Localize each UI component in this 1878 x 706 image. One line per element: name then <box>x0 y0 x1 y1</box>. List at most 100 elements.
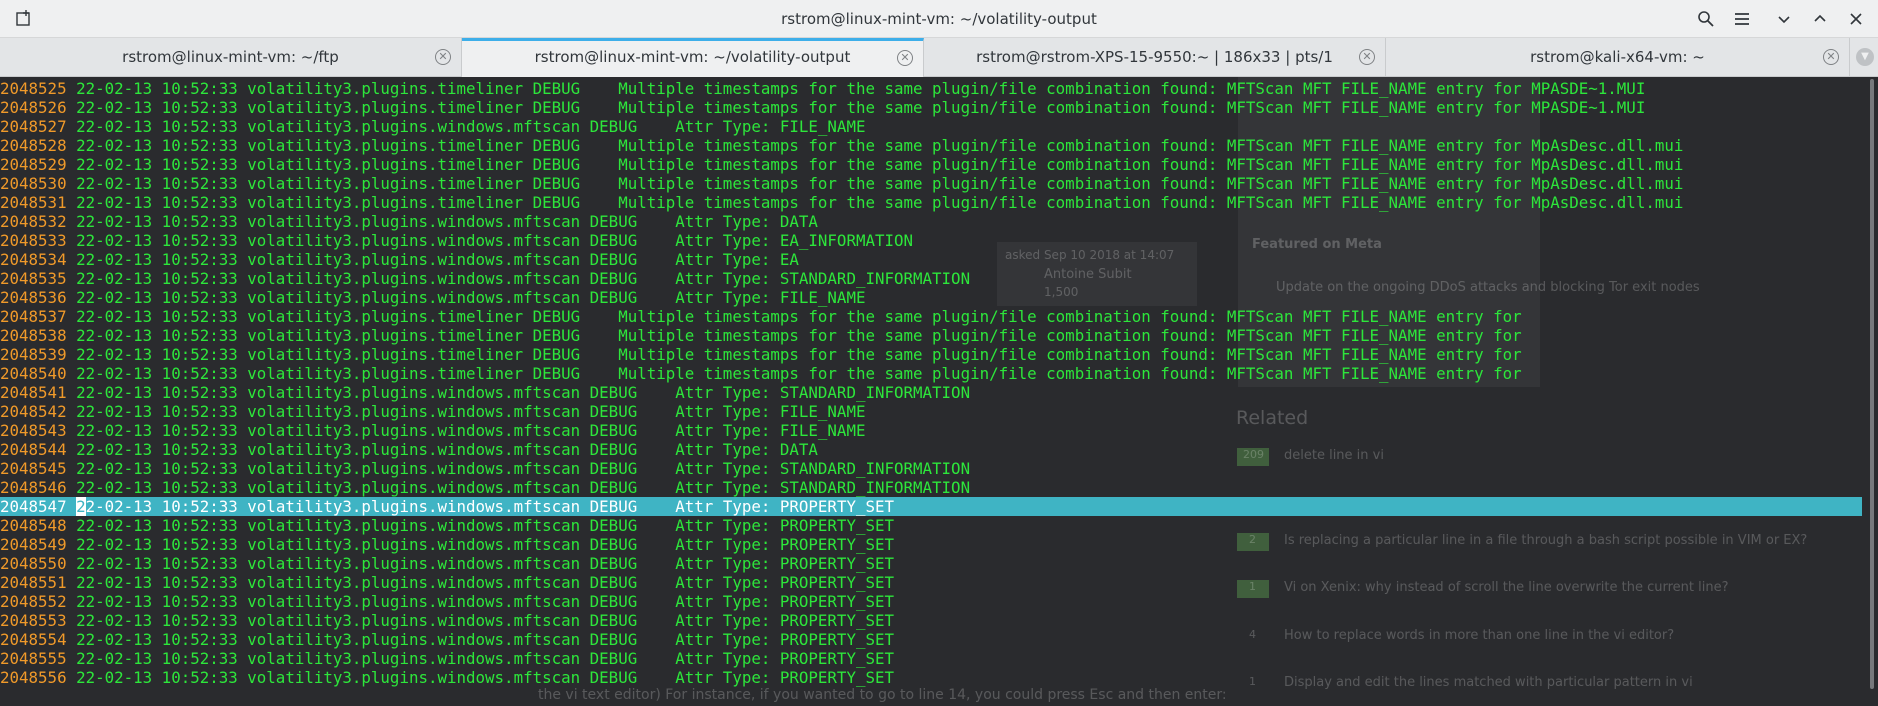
line-number: 2048553 <box>0 611 67 630</box>
line-text: 22-02-13 10:52:33 volatility3.plugins.wi… <box>66 440 818 459</box>
tab-ftp[interactable]: rstrom@linux-mint-vm: ~/ftp ✕ <box>0 38 462 77</box>
terminal-line: 2048552 22-02-13 10:52:33 volatility3.pl… <box>0 592 1862 611</box>
line-number: 2048531 <box>0 193 67 212</box>
scrollbar-thumb[interactable] <box>1870 79 1874 689</box>
line-number: 2048549 <box>0 535 67 554</box>
line-number: 2048542 <box>0 402 67 421</box>
line-text: 22-02-13 10:52:33 volatility3.plugins.ti… <box>66 364 1522 383</box>
line-number: 2048527 <box>0 117 67 136</box>
line-text: 22-02-13 10:52:33 volatility3.plugins.wi… <box>66 573 894 592</box>
line-text: 22-02-13 10:52:33 volatility3.plugins.wi… <box>66 535 894 554</box>
window-title: rstrom@linux-mint-vm: ~/volatility-outpu… <box>781 10 1097 28</box>
terminal-line: 2048537 22-02-13 10:52:33 volatility3.pl… <box>0 307 1862 326</box>
terminal-line: 2048534 22-02-13 10:52:33 volatility3.pl… <box>0 250 1862 269</box>
terminal-line: 2048529 22-02-13 10:52:33 volatility3.pl… <box>0 155 1862 174</box>
tab-close-icon[interactable]: ✕ <box>1359 49 1375 65</box>
line-text: 22-02-13 10:52:33 volatility3.plugins.ti… <box>66 326 1522 345</box>
line-text: 22-02-13 10:52:33 volatility3.plugins.wi… <box>66 250 799 269</box>
line-text: 22-02-13 10:52:33 volatility3.plugins.ti… <box>66 345 1522 364</box>
line-text: 22-02-13 10:52:33 volatility3.plugins.ti… <box>66 307 1522 326</box>
line-text: 22-02-13 10:52:33 volatility3.plugins.wi… <box>66 269 971 288</box>
line-text: 2-02-13 10:52:33 volatility3.plugins.win… <box>85 497 895 516</box>
line-text: 22-02-13 10:52:33 volatility3.plugins.wi… <box>66 478 971 497</box>
tab-close-icon[interactable]: ✕ <box>897 50 913 66</box>
terminal-line: 2048551 22-02-13 10:52:33 volatility3.pl… <box>0 573 1862 592</box>
terminal-line: 2048556 22-02-13 10:52:33 volatility3.pl… <box>0 668 1862 687</box>
terminal-line: 2048530 22-02-13 10:52:33 volatility3.pl… <box>0 174 1862 193</box>
terminal-line: 2048527 22-02-13 10:52:33 volatility3.pl… <box>0 117 1862 136</box>
title-bar: rstrom@linux-mint-vm: ~/volatility-outpu… <box>0 0 1878 38</box>
line-number: 2048556 <box>0 668 67 687</box>
line-text: 22-02-13 10:52:33 volatility3.plugins.ti… <box>66 136 1684 155</box>
terminal-line: 2048539 22-02-13 10:52:33 volatility3.pl… <box>0 345 1862 364</box>
line-text: 22-02-13 10:52:33 volatility3.plugins.wi… <box>66 668 894 687</box>
terminal-view[interactable]: Featured on Meta Update on the ongoing D… <box>0 77 1878 706</box>
maximize-icon[interactable] <box>1810 9 1830 29</box>
tab-label: rstrom@linux-mint-vm: ~/ftp <box>122 48 339 66</box>
text-cursor: 2 <box>76 497 86 516</box>
line-text: 22-02-13 10:52:33 volatility3.plugins.ti… <box>66 79 1646 98</box>
terminal-line: 2048536 22-02-13 10:52:33 volatility3.pl… <box>0 288 1862 307</box>
line-number: 2048535 <box>0 269 67 288</box>
tab-label: rstrom@kali-x64-vm: ~ <box>1530 48 1705 66</box>
search-icon[interactable] <box>1696 9 1716 29</box>
line-text: 22-02-13 10:52:33 volatility3.plugins.wi… <box>66 421 866 440</box>
terminal-line: 2048528 22-02-13 10:52:33 volatility3.pl… <box>0 136 1862 155</box>
page-paragraph: the vi text editor) For instance, if you… <box>538 687 1227 703</box>
line-text: 22-02-13 10:52:33 volatility3.plugins.wi… <box>66 402 866 421</box>
terminal-line: 2048541 22-02-13 10:52:33 volatility3.pl… <box>0 383 1862 402</box>
terminal-line: 2048545 22-02-13 10:52:33 volatility3.pl… <box>0 459 1862 478</box>
line-number: 2048544 <box>0 440 67 459</box>
line-text: 22-02-13 10:52:33 volatility3.plugins.wi… <box>66 117 866 136</box>
line-text: 22-02-13 10:52:33 volatility3.plugins.wi… <box>66 630 894 649</box>
tab-list-menu-icon[interactable]: ▼ <box>1856 48 1874 66</box>
line-number: 2048541 <box>0 383 67 402</box>
hamburger-menu-icon[interactable] <box>1732 9 1752 29</box>
line-number: 2048540 <box>0 364 67 383</box>
terminal-line: 2048526 22-02-13 10:52:33 volatility3.pl… <box>0 98 1862 117</box>
tab-label: rstrom@linux-mint-vm: ~/volatility-outpu… <box>534 48 851 66</box>
line-number: 2048551 <box>0 573 67 592</box>
line-number: 2048530 <box>0 174 67 193</box>
terminal-line: 2048531 22-02-13 10:52:33 volatility3.pl… <box>0 193 1862 212</box>
line-number: 2048528 <box>0 136 67 155</box>
line-number: 2048543 <box>0 421 67 440</box>
line-text: 22-02-13 10:52:33 volatility3.plugins.wi… <box>66 383 971 402</box>
tab-bar: rstrom@linux-mint-vm: ~/ftp ✕ rstrom@lin… <box>0 38 1878 77</box>
line-text: 22-02-13 10:52:33 volatility3.plugins.wi… <box>66 592 894 611</box>
tab-kali[interactable]: rstrom@kali-x64-vm: ~ ✕ <box>1386 38 1850 77</box>
line-number: 2048546 <box>0 478 67 497</box>
terminal-line: 2048543 22-02-13 10:52:33 volatility3.pl… <box>0 421 1862 440</box>
line-number: 2048529 <box>0 155 67 174</box>
line-number: 2048545 <box>0 459 67 478</box>
line-text: 22-02-13 10:52:33 volatility3.plugins.ti… <box>66 193 1684 212</box>
minimize-icon[interactable] <box>1774 9 1794 29</box>
terminal-line: 2048546 22-02-13 10:52:33 volatility3.pl… <box>0 478 1862 497</box>
terminal-line: 2048549 22-02-13 10:52:33 volatility3.pl… <box>0 535 1862 554</box>
line-text: 22-02-13 10:52:33 volatility3.plugins.wi… <box>66 649 894 668</box>
terminal-line: 2048540 22-02-13 10:52:33 volatility3.pl… <box>0 364 1862 383</box>
terminal-line: 2048554 22-02-13 10:52:33 volatility3.pl… <box>0 630 1862 649</box>
terminal-line: 2048550 22-02-13 10:52:33 volatility3.pl… <box>0 554 1862 573</box>
line-text: 22-02-13 10:52:33 volatility3.plugins.wi… <box>66 459 971 478</box>
terminal-line: 2048553 22-02-13 10:52:33 volatility3.pl… <box>0 611 1862 630</box>
tab-volatility-output[interactable]: rstrom@linux-mint-vm: ~/volatility-outpu… <box>462 38 924 77</box>
line-text: 22-02-13 10:52:33 volatility3.plugins.ti… <box>66 155 1684 174</box>
terminal-line: 2048544 22-02-13 10:52:33 volatility3.pl… <box>0 440 1862 459</box>
close-window-icon[interactable] <box>1846 9 1866 29</box>
terminal-line: 2048532 22-02-13 10:52:33 volatility3.pl… <box>0 212 1862 231</box>
terminal-scrollbar[interactable] <box>1864 77 1878 706</box>
line-number: 2048532 <box>0 212 67 231</box>
line-number: 2048554 <box>0 630 67 649</box>
line-text: 22-02-13 10:52:33 volatility3.plugins.ti… <box>66 98 1646 117</box>
terminal-output: 2048525 22-02-13 10:52:33 volatility3.pl… <box>0 79 1862 687</box>
terminal-line: 2048555 22-02-13 10:52:33 volatility3.pl… <box>0 649 1862 668</box>
line-number: 2048548 <box>0 516 67 535</box>
tab-close-icon[interactable]: ✕ <box>435 49 451 65</box>
tab-close-icon[interactable]: ✕ <box>1823 49 1839 65</box>
terminal-line: 2048535 22-02-13 10:52:33 volatility3.pl… <box>0 269 1862 288</box>
line-number: 2048550 <box>0 554 67 573</box>
line-number: 2048552 <box>0 592 67 611</box>
tab-xps-ssh[interactable]: rstrom@rstrom-XPS-15-9550:~ | 186x33 | p… <box>924 38 1386 77</box>
line-number: 2048538 <box>0 326 67 345</box>
